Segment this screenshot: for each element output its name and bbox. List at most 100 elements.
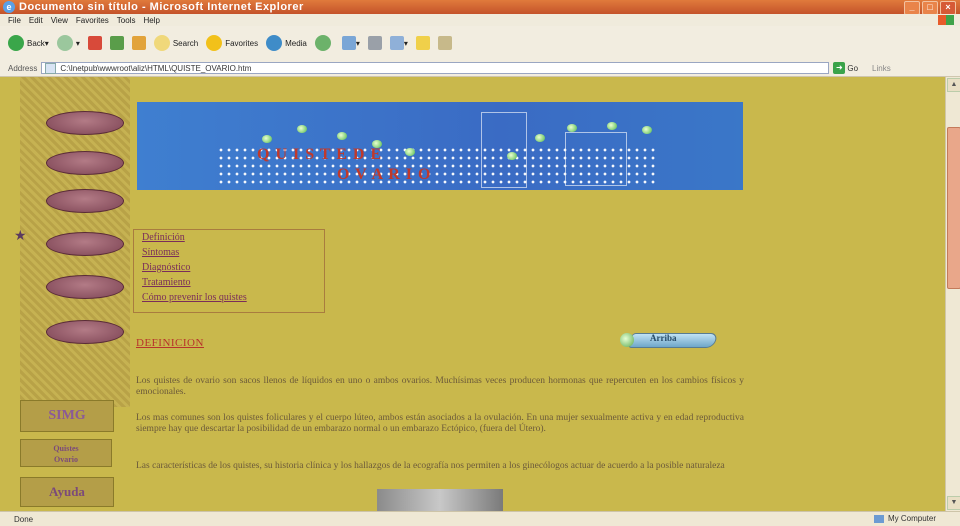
maximize-button[interactable]: □ (922, 1, 938, 15)
banner: Q U I S T E D E O V A R I O (137, 102, 743, 190)
toolbar: Back ▾ ▾ Search Favorites Media ▾ ▾ (0, 26, 960, 61)
media-label: Media (285, 38, 307, 48)
scroll-thumb[interactable] (947, 127, 960, 289)
scroll-down-button[interactable]: ▼ (947, 496, 960, 510)
page-content: ★ SIMG Quistes Ovario Ayuda Q U I S T E … (0, 77, 946, 511)
close-button[interactable]: × (940, 1, 956, 15)
stop-icon (87, 36, 102, 50)
link-definicion[interactable]: Definición (142, 230, 324, 245)
links-button[interactable]: Links (872, 64, 891, 73)
link-sintomas[interactable]: Síntomas (142, 245, 324, 260)
mail-icon (341, 36, 356, 50)
nav-button-4[interactable] (46, 232, 124, 256)
minimize-button[interactable]: _ (904, 1, 920, 15)
simg-button[interactable]: SIMG (20, 400, 114, 432)
refresh-button[interactable] (109, 36, 124, 50)
computer-icon (873, 514, 884, 523)
search-label: Search (172, 38, 199, 48)
windows-logo-icon (938, 15, 954, 25)
menu-file[interactable]: File (8, 16, 21, 25)
banner-frame (481, 112, 527, 188)
title-bar: e Documento sin título - Microsoft Inter… (0, 0, 960, 15)
media-button[interactable]: Media (266, 35, 307, 51)
stop-button[interactable] (87, 36, 102, 50)
bubble (607, 122, 617, 130)
forward-arrow-icon (56, 35, 73, 51)
bubble (337, 132, 347, 140)
home-icon (131, 36, 146, 50)
menu-edit[interactable]: Edit (29, 16, 43, 25)
favorites-label: Favorites (225, 38, 259, 48)
arriba-label: Arriba (650, 333, 677, 343)
security-zone: My Computer (873, 514, 936, 523)
refresh-icon (109, 36, 124, 50)
bubble (567, 124, 577, 132)
print-icon (367, 36, 382, 50)
quistes-label: Quistes (53, 444, 79, 453)
search-button[interactable]: Search (153, 35, 199, 51)
menu-view[interactable]: View (51, 16, 68, 25)
link-diagnostico[interactable]: Diagnóstico (142, 260, 324, 275)
status-bar: Done My Computer (0, 511, 960, 526)
nav-button-1[interactable] (46, 111, 124, 135)
ayuda-button[interactable]: Ayuda (20, 477, 114, 507)
paragraph-2: Los mas comunes son los quistes folicula… (136, 412, 744, 434)
go-button[interactable]: ➜ Go (833, 62, 858, 74)
mail-button[interactable]: ▾ (341, 36, 360, 50)
ie-logo-icon: e (3, 1, 15, 13)
go-label: Go (847, 63, 859, 73)
messenger-icon (437, 36, 452, 50)
menu-bar: File Edit View Favorites Tools Help (0, 14, 960, 26)
banner-title-line2: O V A R I O (337, 166, 432, 183)
edit-icon (389, 36, 404, 50)
bubble (405, 148, 415, 156)
menu-tools[interactable]: Tools (117, 16, 136, 25)
content-image (377, 489, 503, 511)
bubble (535, 134, 545, 142)
star-icon: ★ (14, 227, 27, 243)
status-text: Done (14, 514, 34, 524)
media-icon (266, 35, 283, 51)
zone-label: My Computer (887, 514, 936, 523)
link-tratamiento[interactable]: Tratamiento (142, 275, 324, 290)
messenger-button[interactable] (437, 36, 452, 50)
go-arrow-icon: ➜ (833, 62, 846, 74)
bubble (507, 152, 517, 160)
forward-button[interactable]: ▾ (56, 35, 80, 51)
vertical-scrollbar[interactable]: ▲ ▼ (945, 77, 960, 511)
address-label: Address (8, 63, 38, 73)
search-icon (153, 35, 170, 51)
scroll-up-button[interactable]: ▲ (947, 78, 960, 92)
nav-button-6[interactable] (46, 320, 124, 344)
paragraph-1: Los quistes de ovario son sacos llenos d… (136, 375, 744, 397)
section-title: DEFINICION (136, 337, 204, 349)
back-button[interactable]: Back ▾ (8, 35, 49, 51)
back-arrow-icon (8, 35, 24, 51)
ovario-label: Ovario (54, 455, 78, 464)
window-controls: _ □ × (904, 1, 956, 15)
print-button[interactable] (367, 36, 382, 50)
bubble (262, 135, 272, 143)
discuss-button[interactable] (415, 36, 430, 50)
menu-help[interactable]: Help (143, 16, 159, 25)
nav-button-2[interactable] (46, 151, 124, 175)
bubble (297, 125, 307, 133)
link-prevenir[interactable]: Cómo prevenir los quistes (142, 290, 324, 305)
edit-button[interactable]: ▾ (389, 36, 408, 50)
history-button[interactable] (314, 35, 334, 51)
favorites-button[interactable]: Favorites (206, 35, 258, 51)
history-icon (314, 35, 331, 51)
back-label: Back (27, 38, 45, 48)
discuss-icon (415, 36, 430, 50)
menu-favorites[interactable]: Favorites (76, 16, 109, 25)
window-title: Documento sin título - Microsoft Interne… (19, 1, 304, 13)
arriba-button[interactable]: Arriba (620, 332, 719, 348)
section-links: Definición Síntomas Diagnóstico Tratamie… (133, 229, 325, 313)
home-button[interactable] (131, 36, 146, 50)
nav-button-5[interactable] (46, 275, 124, 299)
nav-button-3[interactable] (46, 189, 124, 213)
quistes-ovario-button[interactable]: Quistes Ovario (20, 439, 112, 467)
left-navigation (20, 77, 130, 407)
bubble (642, 126, 652, 134)
address-input[interactable]: C:\Inetpub\wwwroot\aliz\HTML\QUISTE_OVAR… (41, 62, 830, 74)
